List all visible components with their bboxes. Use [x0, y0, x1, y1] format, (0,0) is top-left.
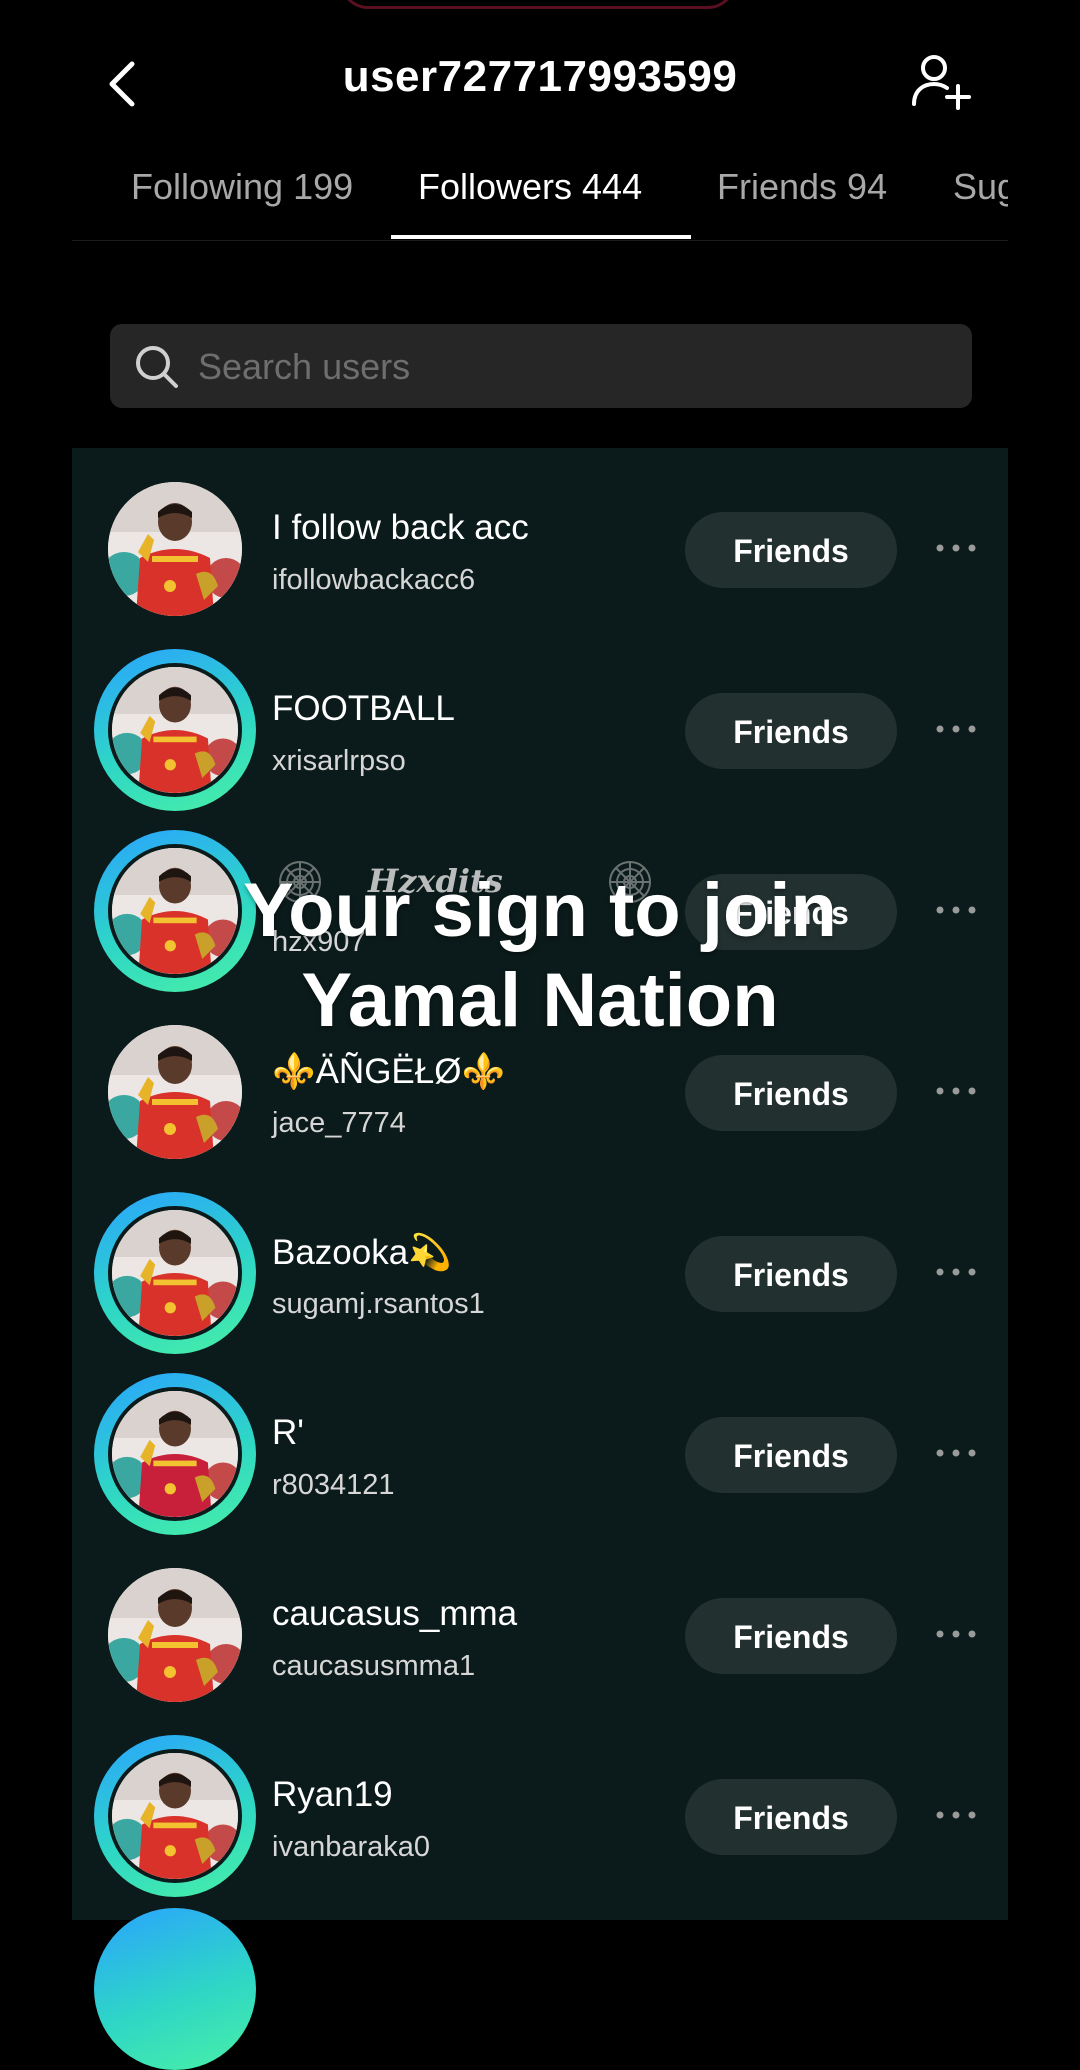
- user-display-name: Bazooka💫: [272, 1233, 452, 1272]
- profile-photo: [108, 1568, 242, 1702]
- avatar[interactable]: [94, 1554, 256, 1716]
- profile-photo: [112, 1391, 238, 1517]
- tab-suggested[interactable]: Sug: [953, 166, 1008, 208]
- more-dots-icon: [936, 544, 976, 552]
- list-item[interactable]: I follow back acc ifollowbackacc6 Friend…: [72, 460, 1008, 641]
- more-dots-icon: [936, 1449, 976, 1457]
- more-options-button[interactable]: [934, 1441, 978, 1465]
- avatar-image: [108, 1206, 242, 1340]
- avatar-image: [108, 1568, 242, 1702]
- more-dots-icon: [936, 906, 976, 914]
- user-handle: ivanbaraka0: [272, 1831, 430, 1863]
- friends-button[interactable]: Friends: [685, 693, 897, 769]
- header: user727717993599: [0, 0, 1080, 165]
- tab-following[interactable]: Following 199: [131, 166, 353, 208]
- user-display-name: ⚜️ÄÑGËŁØ⚜️: [272, 1052, 506, 1091]
- avatar[interactable]: [94, 649, 256, 811]
- add-user-icon: [912, 55, 971, 110]
- profile-photo: [112, 1210, 238, 1336]
- avatar-image: [108, 1025, 242, 1159]
- list-item[interactable]: R' r8034121 Friends: [72, 1365, 1008, 1546]
- more-dots-icon: [936, 1268, 976, 1276]
- profile-photo: [112, 1753, 238, 1879]
- user-handle: xrisarlrpso: [272, 745, 406, 777]
- friends-button[interactable]: Friends: [685, 1236, 897, 1312]
- web-icon: [608, 860, 652, 904]
- avatar[interactable]: [94, 1011, 256, 1173]
- tab-friends[interactable]: Friends 94: [717, 166, 887, 208]
- user-display-name: I follow back acc: [272, 508, 529, 547]
- profile-photo: [112, 667, 238, 793]
- more-dots-icon: [936, 1087, 976, 1095]
- search-icon: [136, 346, 178, 388]
- more-dots-icon: [936, 1630, 976, 1638]
- more-options-button[interactable]: [934, 1622, 978, 1646]
- friends-button[interactable]: Friends: [685, 1055, 897, 1131]
- list-item[interactable]: Ryan19 ivanbaraka0 Friends: [72, 1727, 1008, 1908]
- avatar-image: [108, 844, 242, 978]
- friends-button[interactable]: Friends: [685, 1779, 897, 1855]
- avatar-image: [108, 1749, 242, 1883]
- search-bar[interactable]: [110, 324, 972, 410]
- avatar[interactable]: [94, 468, 256, 630]
- list-item[interactable]: FOOTBALL xrisarlrpso Friends: [72, 641, 1008, 822]
- more-options-button[interactable]: [934, 717, 978, 741]
- friends-button[interactable]: Friends: [685, 874, 897, 950]
- list-item[interactable]: Bazooka💫 sugamj.rsantos1 Friends: [72, 1184, 1008, 1365]
- more-dots-icon: [936, 725, 976, 733]
- list-item[interactable]: caucasus_mma caucasusmma1 Friends: [72, 1546, 1008, 1727]
- user-handle: hzx907: [272, 926, 366, 958]
- more-options-button[interactable]: [934, 536, 978, 560]
- user-handle: jace_7774: [272, 1107, 406, 1139]
- more-options-button[interactable]: [934, 898, 978, 922]
- user-display-name: Ryan19: [272, 1775, 393, 1814]
- profile-photo: [112, 848, 238, 974]
- avatar-image: [108, 482, 242, 616]
- user-handle: caucasusmma1: [272, 1650, 476, 1682]
- user-handle: ifollowbackacc6: [272, 564, 476, 596]
- more-options-button[interactable]: [934, 1260, 978, 1284]
- avatar-story-ring-partial: [94, 1908, 256, 2070]
- friends-button[interactable]: Friends: [685, 512, 897, 588]
- search-input[interactable]: [196, 324, 960, 410]
- user-display-name: R': [272, 1413, 304, 1452]
- more-options-button[interactable]: [934, 1803, 978, 1827]
- more-dots-icon: [936, 1811, 976, 1819]
- friends-button[interactable]: Friends: [685, 1417, 897, 1493]
- avatar-image: [108, 1387, 242, 1521]
- tab-followers[interactable]: Followers 444: [418, 166, 642, 208]
- user-display-name: FOOTBALL: [272, 689, 455, 728]
- avatar[interactable]: [94, 1735, 256, 1897]
- avatar[interactable]: [94, 1192, 256, 1354]
- friends-button[interactable]: Friends: [685, 1598, 897, 1674]
- tab-bar: Following 199 Followers 444 Friends 94 S…: [72, 160, 1008, 241]
- user-display-name: caucasus_mma: [272, 1594, 518, 1633]
- user-handle: r8034121: [272, 1469, 395, 1501]
- avatar-image: [108, 663, 242, 797]
- profile-photo: [108, 1025, 242, 1159]
- avatar[interactable]: [94, 1373, 256, 1535]
- active-tab-indicator: [391, 235, 691, 239]
- list-item[interactable]: ⚜️ÄÑGËŁØ⚜️ jace_7774 Friends: [72, 1003, 1008, 1184]
- add-friend-button[interactable]: [910, 52, 974, 112]
- spider-icon: [278, 860, 322, 904]
- more-options-button[interactable]: [934, 1079, 978, 1103]
- avatar[interactable]: [94, 830, 256, 992]
- profile-photo: [108, 482, 242, 616]
- followers-list: I follow back acc ifollowbackacc6 Friend…: [72, 448, 1008, 1920]
- list-item[interactable]: hzx907 Friends Hzxdits: [72, 822, 1008, 1003]
- user-handle: sugamj.rsantos1: [272, 1288, 485, 1320]
- user-display-name-watermark: Hzxdits: [368, 862, 503, 900]
